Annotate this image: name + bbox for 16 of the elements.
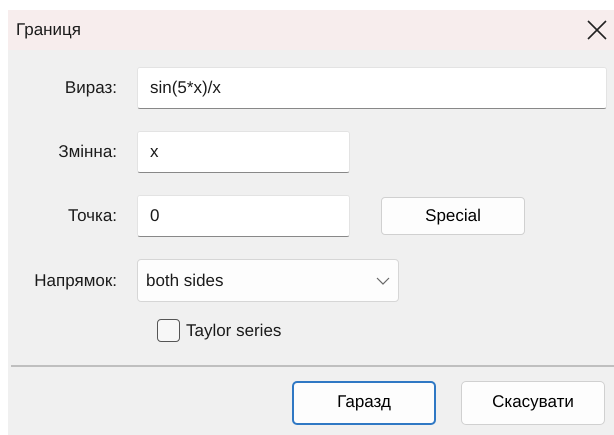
field-label: Точка: — [67, 205, 118, 228]
checkbox[interactable] — [157, 319, 180, 342]
field-label: Напрямок: — [33, 270, 118, 292]
window-title: Границя — [16, 19, 81, 42]
checkbox-label: Taylor series — [186, 320, 282, 342]
input-field[interactable]: sin(5*x)/x — [137, 67, 607, 109]
field-label: Змінна: — [57, 141, 118, 164]
input-field[interactable]: 0 — [137, 195, 350, 237]
dropdown[interactable]: both sides — [137, 259, 399, 302]
cancel-button[interactable]: Скасувати — [461, 380, 605, 424]
chevron-down-icon — [376, 276, 390, 284]
close-icon[interactable] — [586, 19, 608, 41]
field-label: Вираз: — [64, 77, 118, 100]
ok-button[interactable]: Гаразд — [292, 380, 436, 424]
special-button[interactable]: Special — [381, 197, 525, 235]
input-field[interactable]: x — [137, 131, 350, 173]
